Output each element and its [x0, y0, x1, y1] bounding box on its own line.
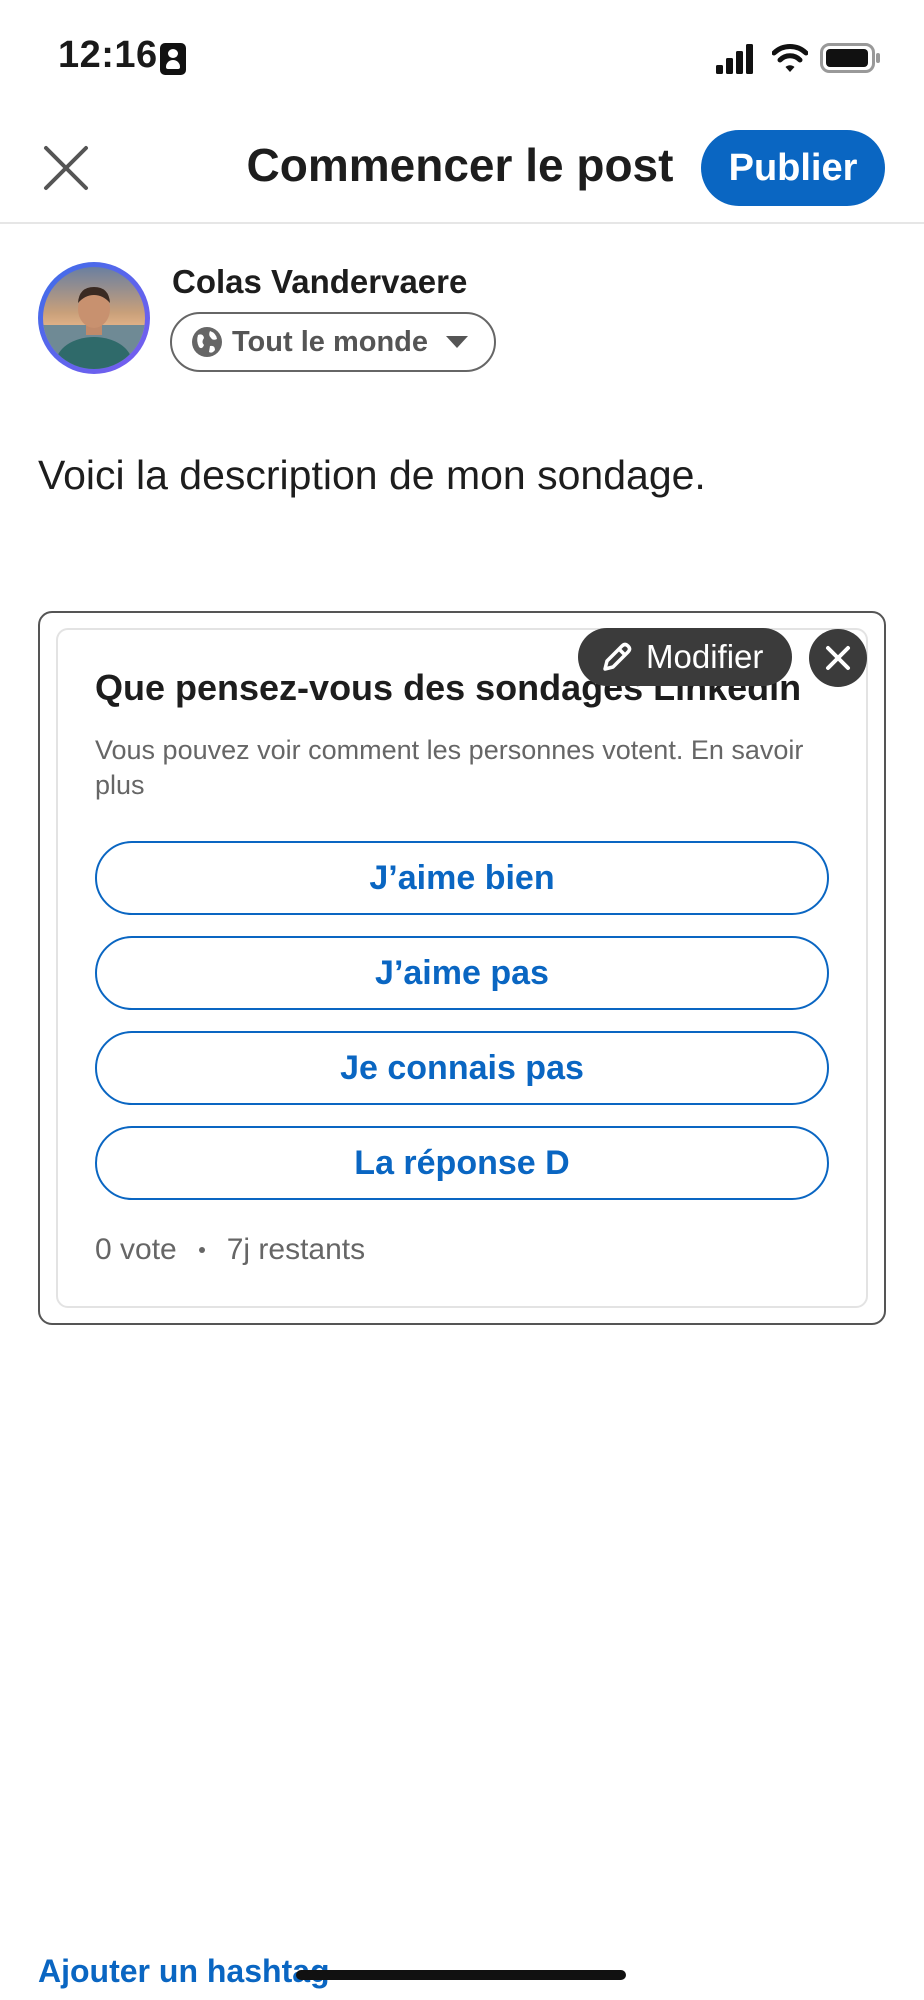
separator-dot [198, 1247, 205, 1253]
publish-button[interactable]: Publier [701, 130, 885, 206]
poll-option[interactable]: La réponse D [95, 1126, 829, 1200]
visibility-label: Tout le monde [232, 325, 429, 358]
cellular-signal-icon [716, 44, 753, 74]
header-divider [0, 222, 924, 224]
avatar [38, 262, 150, 374]
poll-meta: 0 vote 7j restants [95, 1233, 365, 1267]
globe-icon [192, 327, 222, 357]
poll-time-remaining: 7j restants [226, 1233, 366, 1266]
edit-poll-label: Modifier [646, 638, 764, 675]
poll-option[interactable]: J’aime bien [95, 841, 829, 915]
chevron-down-icon [446, 336, 469, 348]
page-title: Commencer le post [246, 139, 674, 191]
contact-card-icon [160, 43, 186, 75]
add-hashtag-link[interactable]: Ajouter un hashtag [38, 1953, 330, 1990]
close-icon [44, 146, 88, 190]
status-time: 12:16 [58, 34, 158, 76]
author-name: Colas Vandervaere [172, 263, 468, 300]
remove-poll-button[interactable] [809, 629, 867, 687]
close-button[interactable] [38, 140, 94, 196]
poll-subtitle: Vous pouvez voir comment les personnes v… [95, 735, 804, 800]
battery-icon [820, 43, 880, 73]
poll-vote-count: 0 vote [95, 1233, 177, 1266]
post-text[interactable]: Voici la description de mon sondage. [38, 452, 706, 499]
close-icon [826, 646, 850, 670]
home-indicator [296, 1970, 626, 1980]
avatar-photo [43, 267, 145, 369]
visibility-selector[interactable]: Tout le monde [170, 312, 496, 372]
edit-poll-button[interactable]: Modifier [578, 628, 792, 686]
poll-option[interactable]: J’aime pas [95, 936, 829, 1010]
wifi-icon [772, 44, 808, 72]
poll-option[interactable]: Je connais pas [95, 1031, 829, 1105]
pencil-icon [603, 642, 632, 671]
